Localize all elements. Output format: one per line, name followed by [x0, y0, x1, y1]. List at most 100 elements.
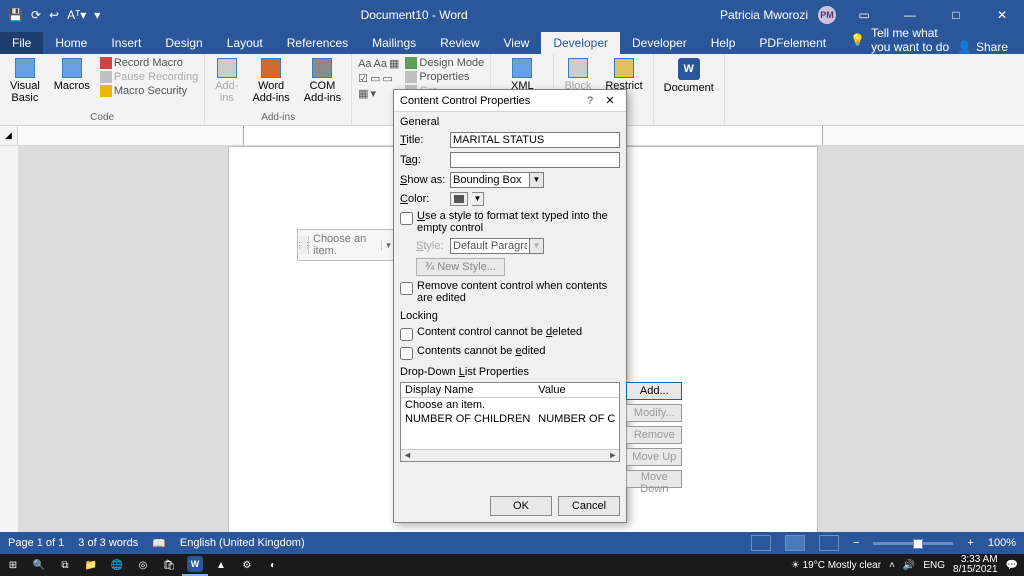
- content-control[interactable]: ⋮⋮ Choose an item. ▾: [297, 229, 397, 261]
- dialog-titlebar[interactable]: Content Control Properties ? ✕: [394, 90, 626, 112]
- vertical-ruler[interactable]: [0, 146, 18, 554]
- tab-developer-2[interactable]: Developer: [620, 32, 699, 54]
- cannot-delete-checkbox[interactable]: [400, 328, 413, 341]
- properties-icon: [405, 71, 417, 83]
- page-status[interactable]: Page 1 of 1: [8, 537, 64, 549]
- tab-layout[interactable]: Layout: [215, 32, 275, 54]
- app-icon[interactable]: ◐: [260, 554, 286, 576]
- showas-value[interactable]: [450, 172, 530, 188]
- avatar[interactable]: PM: [818, 6, 836, 24]
- tab-pdfelement[interactable]: PDFelement: [747, 32, 838, 54]
- word-count[interactable]: 3 of 3 words: [78, 537, 138, 549]
- taskview-icon[interactable]: ⧉: [52, 554, 78, 576]
- spellcheck-icon[interactable]: 📖: [152, 537, 166, 550]
- color-picker[interactable]: [450, 192, 468, 206]
- visual-basic-button[interactable]: Visual Basic: [6, 56, 44, 106]
- dropdown-list[interactable]: Display NameValue Choose an item. NUMBER…: [400, 382, 620, 462]
- zoom-out-icon[interactable]: −: [853, 537, 859, 549]
- qat-more-icon[interactable]: ▾: [94, 8, 100, 22]
- tab-design[interactable]: Design: [153, 32, 214, 54]
- properties-button[interactable]: Properties: [405, 70, 484, 84]
- store-icon[interactable]: 🛍: [156, 554, 182, 576]
- language-indicator[interactable]: ENG: [923, 560, 945, 571]
- ruler-corner[interactable]: ◢: [0, 126, 18, 145]
- com-addins-button[interactable]: COM Add-ins: [300, 56, 345, 106]
- refresh-icon[interactable]: ⟳: [31, 8, 41, 22]
- tag-field[interactable]: [450, 152, 620, 168]
- undo-icon[interactable]: ↩: [49, 8, 59, 22]
- ctrl-checkbox-icon[interactable]: ☑: [358, 72, 368, 85]
- showas-combo[interactable]: ▼: [450, 172, 544, 188]
- tab-file[interactable]: File: [0, 32, 43, 54]
- macros-button[interactable]: Macros: [50, 56, 94, 94]
- color-dropdown-icon[interactable]: ▼: [472, 192, 484, 206]
- network-icon[interactable]: 🔊: [903, 560, 915, 571]
- remove-control-checkbox[interactable]: [400, 282, 413, 295]
- edge-icon[interactable]: 🌐: [104, 554, 130, 576]
- ctrl-richtext-icon[interactable]: Aa: [358, 58, 371, 70]
- notifications-icon[interactable]: 💬: [1006, 560, 1018, 571]
- tab-review[interactable]: Review: [428, 32, 491, 54]
- control-placeholder: Choose an item.: [309, 231, 381, 259]
- col-display[interactable]: Display Name: [401, 383, 534, 398]
- ctrl-dropdown-icon[interactable]: ▦: [358, 87, 368, 100]
- clock[interactable]: 3:33 AM8/15/2021: [953, 555, 998, 575]
- chevron-down-icon[interactable]: ▼: [530, 172, 544, 188]
- vlc-icon[interactable]: ▲: [208, 554, 234, 576]
- new-style-button: ¾ New Style...: [416, 258, 505, 276]
- title-field[interactable]: [450, 132, 620, 148]
- tab-help[interactable]: Help: [699, 32, 748, 54]
- user-name[interactable]: Patricia Mworozi: [720, 8, 808, 22]
- settings-icon[interactable]: ⚙: [234, 554, 260, 576]
- tell-me[interactable]: 💡Tell me what you want to do: [838, 26, 957, 54]
- ctrl-more-icon[interactable]: ▦: [389, 57, 399, 70]
- add-button[interactable]: Add...: [626, 382, 682, 400]
- weather-widget[interactable]: ☀ 19°C Mostly clear: [791, 560, 881, 571]
- showas-field-label: Show as:: [400, 174, 446, 186]
- zoom-level[interactable]: 100%: [988, 537, 1016, 549]
- start-icon[interactable]: ⊞: [0, 554, 26, 576]
- chrome-icon[interactable]: ◎: [130, 554, 156, 576]
- explorer-icon[interactable]: 📁: [78, 554, 104, 576]
- control-handle-icon[interactable]: ⋮⋮: [299, 236, 309, 254]
- ribbon-tabs: File Home Insert Design Layout Reference…: [0, 30, 1024, 54]
- ok-button[interactable]: OK: [490, 496, 552, 516]
- tray-chevron-icon[interactable]: ˄: [889, 560, 895, 571]
- macro-security-button[interactable]: Macro Security: [100, 84, 198, 98]
- zoom-in-icon[interactable]: +: [967, 537, 973, 549]
- ctrl-plaintext-icon[interactable]: Aa: [374, 58, 387, 70]
- ctrl-date-icon[interactable]: ▭: [382, 72, 392, 85]
- cancel-button[interactable]: Cancel: [558, 496, 620, 516]
- list-item: NUMBER OF CHILDRENNUMBER OF C: [401, 412, 619, 426]
- cannot-edit-checkbox[interactable]: [400, 347, 413, 360]
- web-layout-icon[interactable]: [819, 535, 839, 551]
- horizontal-scrollbar[interactable]: ◄►: [401, 449, 619, 461]
- share-button[interactable]: 👤Share: [957, 40, 1024, 54]
- tab-view[interactable]: View: [492, 32, 542, 54]
- dialog-help-icon[interactable]: ?: [580, 95, 600, 107]
- tab-insert[interactable]: Insert: [99, 32, 153, 54]
- print-layout-icon[interactable]: [785, 535, 805, 551]
- tab-mailings[interactable]: Mailings: [360, 32, 428, 54]
- tab-developer[interactable]: Developer: [541, 32, 620, 54]
- zoom-slider[interactable]: [873, 542, 953, 545]
- redo-icon[interactable]: Aᵀ▾: [67, 8, 86, 22]
- save-icon[interactable]: 💾: [8, 8, 23, 22]
- tab-home[interactable]: Home: [43, 32, 99, 54]
- word-addins-button[interactable]: Word Add-ins: [248, 56, 293, 106]
- search-icon[interactable]: 🔍: [26, 554, 52, 576]
- close-icon[interactable]: ✕: [984, 0, 1020, 30]
- col-value[interactable]: Value: [534, 383, 619, 398]
- use-style-checkbox[interactable]: [400, 212, 413, 225]
- language-status[interactable]: English (United Kingdom): [180, 537, 305, 549]
- design-mode-button[interactable]: Design Mode: [405, 56, 484, 70]
- word-taskbar-icon[interactable]: W: [182, 554, 208, 576]
- tab-references[interactable]: References: [275, 32, 360, 54]
- dialog-close-icon[interactable]: ✕: [600, 94, 620, 107]
- record-macro-button[interactable]: Record Macro: [100, 56, 198, 70]
- template-label: Document: [664, 82, 714, 94]
- ctrl-combo-icon[interactable]: ▭: [370, 72, 380, 85]
- document-template-button[interactable]: WDocument: [660, 56, 718, 96]
- read-mode-icon[interactable]: [751, 535, 771, 551]
- ctrl-legacy-icon[interactable]: ▾: [370, 87, 376, 100]
